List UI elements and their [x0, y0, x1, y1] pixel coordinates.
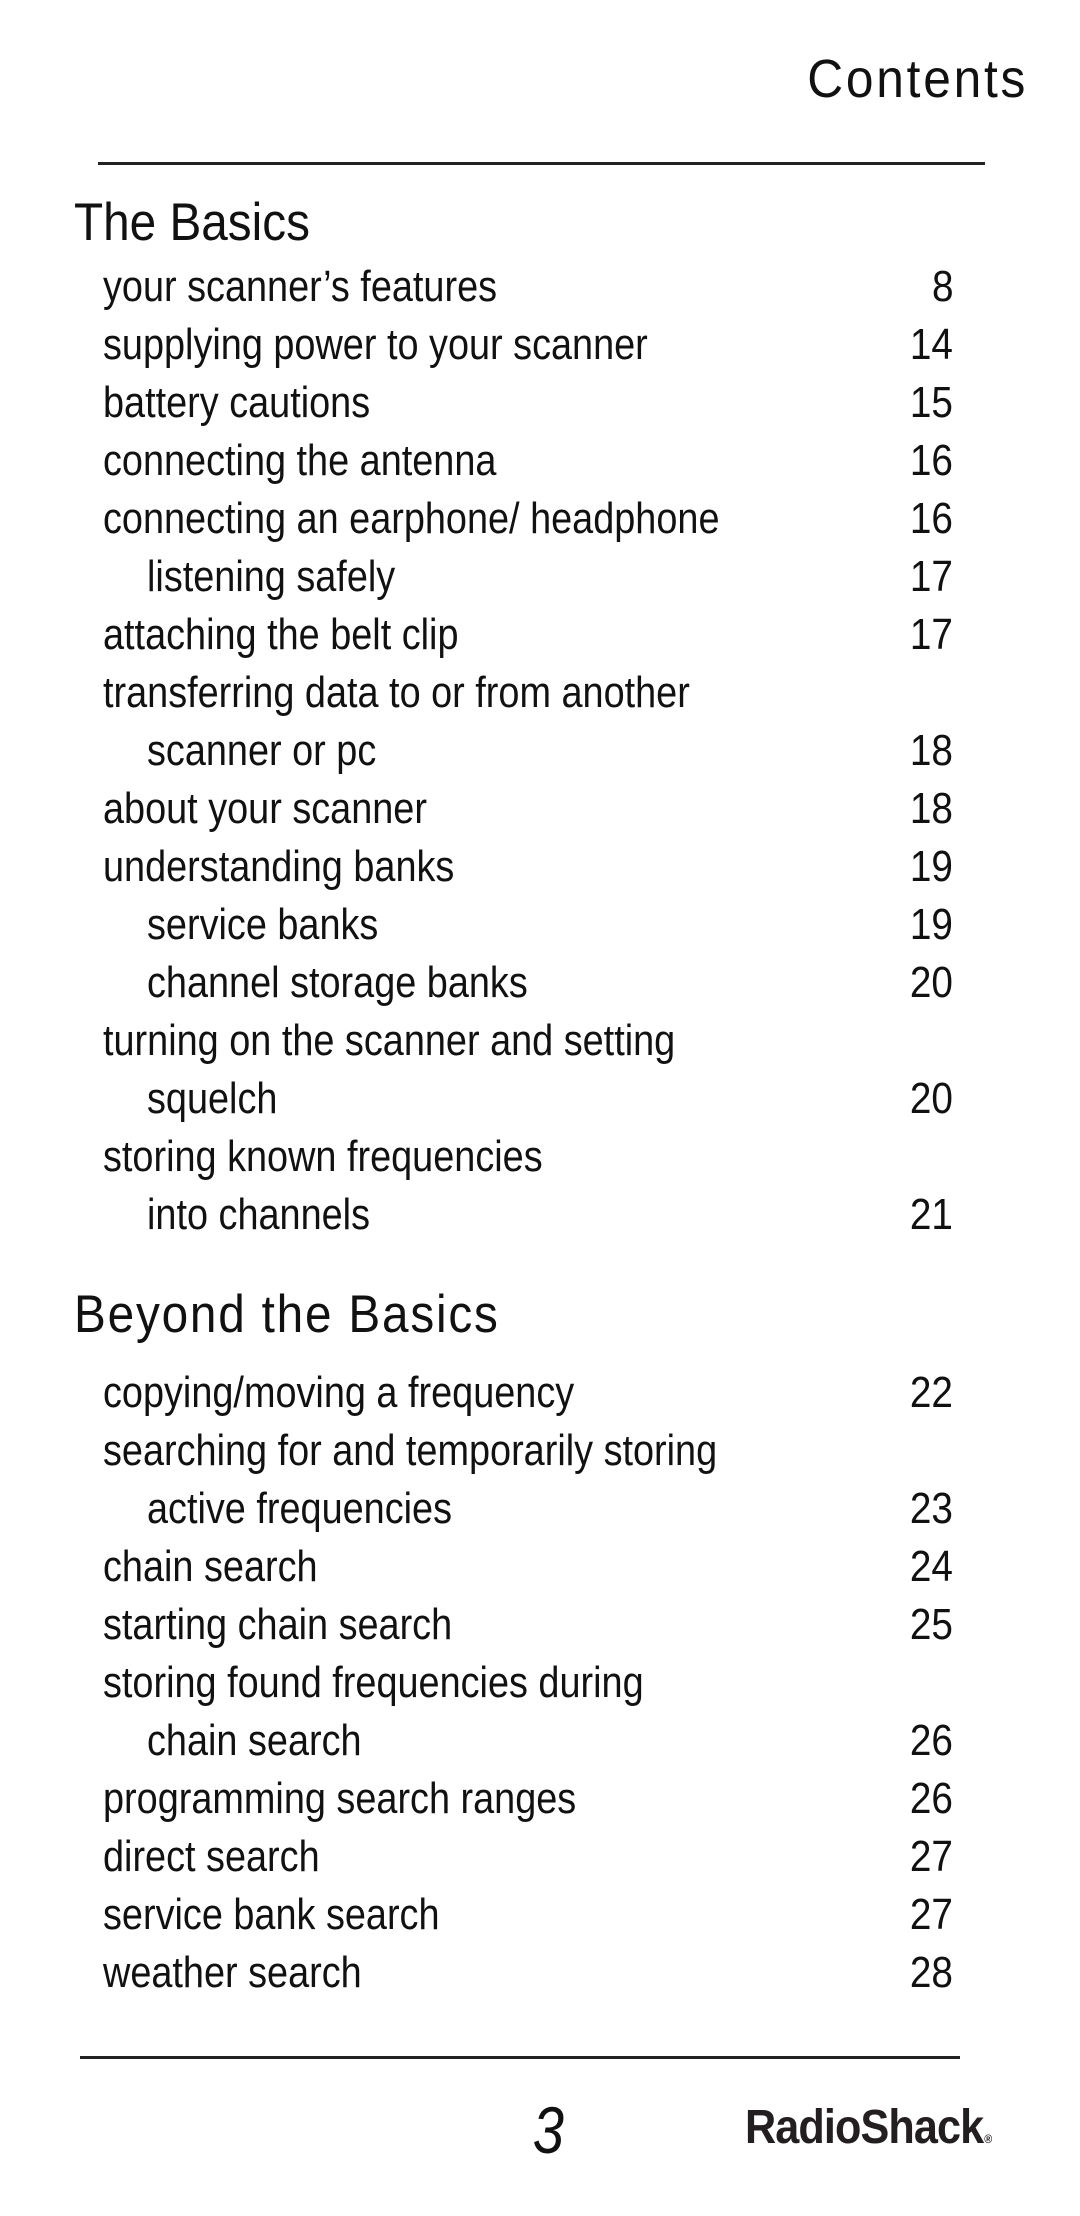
- toc-entry-page: 16: [909, 494, 953, 543]
- toc-entry[interactable]: listening safely 17: [0, 548, 1080, 606]
- toc-entry-page: 27: [909, 1890, 953, 1939]
- toc-entry-title: chain search: [103, 1542, 318, 1591]
- toc-entry[interactable]: channel storage banks 20: [0, 954, 1080, 1012]
- toc-entry-page: 14: [909, 320, 953, 369]
- section-the-basics: The Basics your scanner’s features 8 suppl…: [0, 188, 1080, 1244]
- toc-entry-page: 24: [909, 1542, 953, 1591]
- toc-entry[interactable]: weather search 28: [0, 1944, 1080, 2002]
- toc-entry-title: direct search: [103, 1832, 320, 1881]
- section-beyond-the-basics: Beyond the Basics copying/moving a frequ…: [0, 1280, 1080, 2002]
- toc-entry-page: 26: [909, 1716, 953, 1765]
- toc-entry[interactable]: connecting the antenna 16: [0, 432, 1080, 490]
- toc-entry-page: 17: [909, 610, 953, 659]
- toc-entry-title: storing known frequencies: [103, 1132, 543, 1181]
- registered-mark: ®: [984, 2132, 992, 2146]
- toc-entry-title: programming search ranges: [103, 1774, 577, 1823]
- toc-entry-page: 16: [909, 436, 953, 485]
- toc-entry[interactable]: chain search 26: [0, 1712, 1080, 1770]
- toc-entry-page: 20: [909, 1074, 953, 1123]
- toc-entry-page: 19: [909, 900, 953, 949]
- toc-entry-page: 22: [909, 1368, 953, 1417]
- toc-entry[interactable]: service bank search 27: [0, 1886, 1080, 1944]
- toc-entry-title: starting chain search: [103, 1600, 453, 1649]
- toc-entry[interactable]: attaching the belt clip 17: [0, 606, 1080, 664]
- toc-entry-title: service banks: [147, 900, 379, 949]
- toc-entry[interactable]: service banks 19: [0, 896, 1080, 954]
- toc-entry[interactable]: understanding banks 19: [0, 838, 1080, 896]
- section-title: The Basics: [74, 193, 310, 252]
- toc-entry[interactable]: transferring data to or from another: [0, 664, 1080, 722]
- toc-entry[interactable]: battery cautions 15: [0, 374, 1080, 432]
- toc-entry-page: 18: [909, 726, 953, 775]
- toc-entry-title: storing found frequencies during: [103, 1658, 644, 1707]
- toc-entry[interactable]: supplying power to your scanner 14: [0, 316, 1080, 374]
- toc-entry-title: about your scanner: [103, 784, 427, 833]
- toc-entry-page: 21: [909, 1190, 953, 1239]
- toc-entry-page: 23: [909, 1484, 953, 1533]
- bottom-divider: [80, 2056, 960, 2059]
- toc-entry-title: searching for and temporarily storing: [103, 1426, 718, 1475]
- toc-entry[interactable]: turning on the scanner and setting: [0, 1012, 1080, 1070]
- toc-entry[interactable]: storing found frequencies during: [0, 1654, 1080, 1712]
- toc-entry-title: transferring data to or from another: [103, 668, 690, 717]
- toc-entry-title: squelch: [147, 1074, 278, 1123]
- toc-entry-page: 20: [909, 958, 953, 1007]
- toc-entry[interactable]: searching for and temporarily storing: [0, 1422, 1080, 1480]
- toc-entry-title: listening safely: [147, 552, 396, 601]
- toc-entry[interactable]: into channels 21: [0, 1186, 1080, 1244]
- toc-entry[interactable]: programming search ranges 26: [0, 1770, 1080, 1828]
- toc-entry-title: scanner or pc: [147, 726, 377, 775]
- toc-entry[interactable]: scanner or pc 18: [0, 722, 1080, 780]
- toc-entry[interactable]: active frequencies 23: [0, 1480, 1080, 1538]
- toc-list: copying/moving a frequency 22 searching fo…: [0, 1364, 1080, 2002]
- toc-entry-page: 15: [909, 378, 953, 427]
- toc-entry[interactable]: your scanner’s features 8: [0, 258, 1080, 316]
- toc-entry-title: into channels: [147, 1190, 370, 1239]
- toc-entry-page: 17: [909, 552, 953, 601]
- toc-entry-title: your scanner’s features: [103, 262, 498, 311]
- toc-entry-page: 25: [909, 1600, 953, 1649]
- toc-entry-title: chain search: [147, 1716, 362, 1765]
- toc-entry[interactable]: starting chain search 25: [0, 1596, 1080, 1654]
- section-title: Beyond the Basics: [74, 1285, 500, 1344]
- toc-entry-title: supplying power to your scanner: [103, 320, 648, 369]
- page-heading: Contents: [807, 49, 1028, 109]
- toc-entry-title: copying/moving a frequency: [103, 1368, 575, 1417]
- toc-entry-title: channel storage banks: [147, 958, 528, 1007]
- toc-list: your scanner’s features 8 supplying power …: [0, 258, 1080, 1244]
- toc-entry-title: turning on the scanner and setting: [103, 1016, 676, 1065]
- toc-entry[interactable]: storing known frequencies: [0, 1128, 1080, 1186]
- toc-entry-page: 8: [931, 262, 953, 311]
- toc-entry-page: 27: [909, 1832, 953, 1881]
- toc-entry-title: battery cautions: [103, 378, 371, 427]
- toc-entry-page: 18: [909, 784, 953, 833]
- toc-entry-title: weather search: [103, 1948, 362, 1997]
- toc-entry[interactable]: chain search 24: [0, 1538, 1080, 1596]
- toc-entry-title: attaching the belt clip: [103, 610, 459, 659]
- brand-name: RadioShack: [745, 2101, 984, 2154]
- toc-entry[interactable]: direct search 27: [0, 1828, 1080, 1886]
- toc-entry[interactable]: about your scanner 18: [0, 780, 1080, 838]
- toc-entry-title: service bank search: [103, 1890, 440, 1939]
- toc-entry-page: 28: [909, 1948, 953, 1997]
- toc-entry-title: active frequencies: [147, 1484, 453, 1533]
- toc-entry-title: connecting an earphone/ headphone: [103, 494, 720, 543]
- page-number: 3: [532, 2093, 564, 2167]
- toc-entry-page: 26: [909, 1774, 953, 1823]
- toc-entry-title: understanding banks: [103, 842, 455, 891]
- toc-entry-page: 19: [909, 842, 953, 891]
- toc-entry-title: connecting the antenna: [103, 436, 497, 485]
- toc-entry[interactable]: squelch 20: [0, 1070, 1080, 1128]
- toc-entry[interactable]: connecting an earphone/ headphone 16: [0, 490, 1080, 548]
- toc-entry[interactable]: copying/moving a frequency 22: [0, 1364, 1080, 1422]
- radioshack-logo: RadioShack®: [745, 2098, 992, 2169]
- top-divider: [98, 162, 985, 165]
